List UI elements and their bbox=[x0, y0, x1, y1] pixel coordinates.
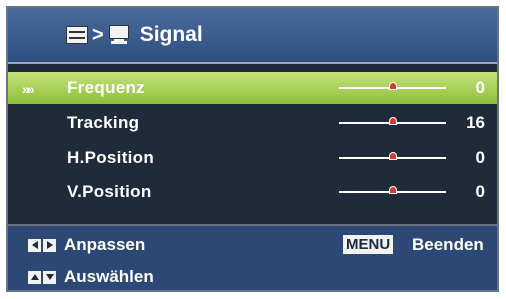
setting-value: 0 bbox=[475, 148, 485, 167]
breadcrumb-separator: > bbox=[92, 23, 104, 46]
hint-exit-label: Beenden bbox=[412, 235, 484, 254]
setting-row-h-position[interactable]: H.Position 0 bbox=[8, 142, 497, 174]
setting-label: H.Position bbox=[67, 148, 155, 167]
slider-thumb[interactable] bbox=[388, 152, 397, 160]
osd-menu: > Signal »» Frequenz 0 Tracking 16 H.Pos… bbox=[6, 6, 499, 292]
slider-thumb[interactable] bbox=[388, 117, 397, 125]
hint-select-label: Auswählen bbox=[64, 267, 154, 286]
setting-label: Tracking bbox=[67, 113, 140, 132]
hint-select: Auswählen bbox=[28, 267, 154, 287]
setting-row-v-position[interactable]: V.Position 0 bbox=[8, 176, 497, 208]
setting-row-tracking[interactable]: Tracking 16 bbox=[8, 107, 497, 139]
setting-value: 0 bbox=[475, 78, 485, 97]
tracking-slider[interactable] bbox=[339, 117, 446, 125]
osd-footer: Anpassen Auswählen MENU Beenden bbox=[8, 226, 497, 290]
hint-adjust-label: Anpassen bbox=[64, 235, 146, 254]
slider-thumb[interactable] bbox=[388, 186, 397, 194]
slider-thumb[interactable] bbox=[388, 82, 397, 90]
left-arrow-key-icon bbox=[28, 238, 41, 252]
right-arrow-key-icon bbox=[43, 238, 56, 252]
settings-list: »» Frequenz 0 Tracking 16 H.Position 0 V… bbox=[8, 72, 497, 220]
up-arrow-key-icon bbox=[28, 270, 41, 284]
setting-label: Frequenz bbox=[67, 78, 145, 97]
page-title: Signal bbox=[139, 23, 203, 46]
osd-header: > Signal bbox=[8, 8, 497, 64]
selection-arrow-icon: »» bbox=[22, 81, 34, 97]
menu-icon bbox=[66, 26, 88, 44]
v-position-slider[interactable] bbox=[339, 186, 446, 194]
menu-key-badge: MENU bbox=[343, 235, 394, 254]
setting-label: V.Position bbox=[67, 182, 152, 201]
setting-row-frequenz[interactable]: »» Frequenz 0 bbox=[8, 72, 497, 104]
setting-value: 16 bbox=[466, 113, 485, 132]
h-position-slider[interactable] bbox=[339, 152, 446, 160]
down-arrow-key-icon bbox=[43, 270, 56, 284]
frequenz-slider[interactable] bbox=[339, 82, 446, 90]
hint-adjust: Anpassen bbox=[28, 235, 145, 255]
monitor-icon bbox=[108, 25, 130, 45]
setting-value: 0 bbox=[475, 182, 485, 201]
